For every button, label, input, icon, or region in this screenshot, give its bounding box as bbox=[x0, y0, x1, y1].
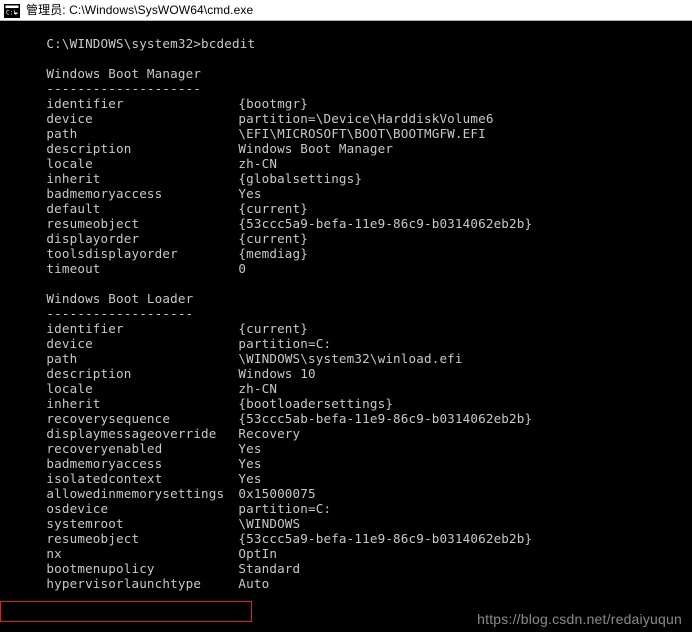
table-row: locale zh-CN bbox=[0, 366, 692, 396]
prompt-line: C:\WINDOWS\system32>bcdedit bbox=[0, 21, 692, 51]
table-row: resumeobject {53ccc5a9-befa-11e9-86c9-b03… bbox=[0, 201, 692, 231]
table-row: device partition=C: bbox=[0, 321, 692, 351]
table-row: recoveryenabled Yes bbox=[0, 426, 692, 456]
section-underline-boot-manager: -------------------- bbox=[0, 66, 692, 96]
table-row: osdevice partition=C: bbox=[0, 486, 692, 516]
annotation-highlight-rectangle bbox=[0, 601, 252, 622]
table-row: timeout 0 bbox=[0, 246, 692, 276]
table-row: displayorder {current} bbox=[0, 216, 692, 246]
section-heading-boot-manager: Windows Boot Manager bbox=[0, 51, 692, 81]
table-row: inherit {globalsettings} bbox=[0, 156, 692, 186]
table-row: resumeobject {53ccc5a9-befa-11e9-86c9-b03… bbox=[0, 516, 692, 546]
table-row: description Windows Boot Manager bbox=[0, 126, 692, 156]
table-row: device partition=\Device\HarddiskVolume6 bbox=[0, 96, 692, 126]
table-row: systemroot \WINDOWS bbox=[0, 501, 692, 531]
watermark-url: https://blog.csdn.net/redaiyuqun bbox=[477, 611, 682, 627]
window-title: 管理员: C:\Windows\SysWOW64\cmd.exe bbox=[26, 3, 254, 17]
row-label: hypervisorlaunchtype bbox=[46, 576, 202, 591]
table-row: bootmenupolicy Standard bbox=[0, 546, 692, 576]
table-row: description Windows 10 bbox=[0, 351, 692, 381]
table-row: locale zh-CN bbox=[0, 141, 692, 171]
row-value: 0 bbox=[238, 261, 247, 276]
table-row: identifier {bootmgr} bbox=[0, 81, 692, 111]
table-row: path \EFI\MICROSOFT\BOOT\BOOTMGFW.EFI bbox=[0, 111, 692, 141]
section-underline-boot-loader: ------------------- bbox=[0, 291, 692, 321]
table-row-hypervisorlaunchtype: hypervisorlaunchtype Auto bbox=[0, 561, 692, 591]
table-row: badmemoryaccess Yes bbox=[0, 441, 692, 471]
cmd-console-window: C:\ 管理员: C:\Windows\SysWOW64\cmd.exe C:\… bbox=[0, 0, 692, 632]
table-row: identifier {current} bbox=[0, 306, 692, 336]
section-heading-boot-loader: Windows Boot Loader bbox=[0, 276, 692, 306]
row-label: timeout bbox=[46, 261, 101, 276]
table-row: default {current} bbox=[0, 186, 692, 216]
table-row: displaymessageoverride Recovery bbox=[0, 411, 692, 441]
console-output-area[interactable]: C:\WINDOWS\system32>bcdedit Windows Boot… bbox=[0, 21, 692, 632]
table-row: inherit {bootloadersettings} bbox=[0, 381, 692, 411]
table-row: nx OptIn bbox=[0, 531, 692, 561]
prompt-text: C:\WINDOWS\system32>bcdedit bbox=[46, 36, 256, 51]
console-icon: C:\ bbox=[4, 3, 20, 18]
table-row: recoverysequence {53ccc5ab-befa-11e9-86c9… bbox=[0, 396, 692, 426]
table-row: isolatedcontext Yes bbox=[0, 456, 692, 486]
table-row: toolsdisplayorder {memdiag} bbox=[0, 231, 692, 261]
table-row: badmemoryaccess Yes bbox=[0, 171, 692, 201]
window-titlebar: C:\ 管理员: C:\Windows\SysWOW64\cmd.exe bbox=[0, 0, 692, 21]
row-value: Auto bbox=[238, 576, 270, 591]
table-row: allowedinmemorysettings 0x15000075 bbox=[0, 471, 692, 501]
table-row: path \WINDOWS\system32\winload.efi bbox=[0, 336, 692, 366]
